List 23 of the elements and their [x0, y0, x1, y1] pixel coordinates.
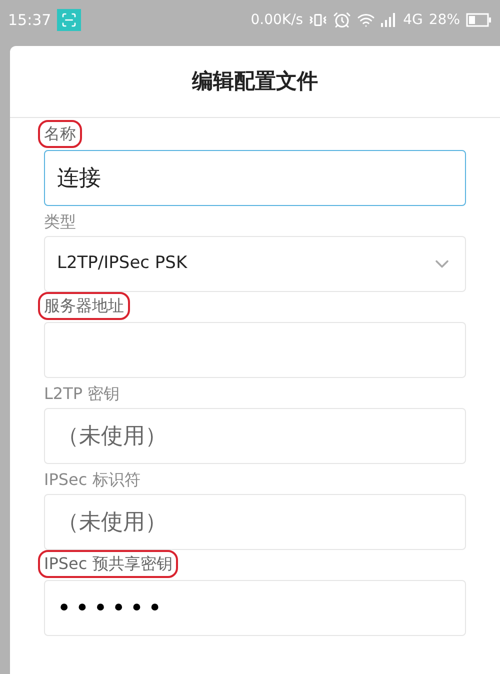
field-label: 类型	[44, 211, 76, 233]
field-label: IPSec 标识符	[44, 469, 140, 491]
field-label: IPSec 预共享密钥	[38, 550, 178, 578]
network-type: 4G	[403, 10, 423, 30]
input-field[interactable]: 连接	[44, 150, 466, 206]
wifi-icon	[357, 11, 376, 29]
type-dropdown[interactable]: L2TP/IPSec PSK	[44, 236, 466, 292]
network-speed: 0.00K/s	[250, 10, 304, 30]
input-field[interactable]: （未使用）	[44, 408, 466, 464]
dialog-title: 编辑配置文件	[192, 68, 318, 95]
battery-icon	[466, 13, 492, 27]
alarm-icon	[333, 11, 352, 29]
battery-percent: 28%	[428, 10, 460, 30]
input-field[interactable]: （未使用）	[44, 494, 466, 550]
signal-icon	[381, 13, 398, 27]
field-label: L2TP 密钥	[44, 383, 120, 405]
clock-time: 15:37	[8, 10, 52, 31]
vibrate-icon	[309, 11, 328, 29]
field-label: 名称	[38, 120, 82, 148]
field-label: 服务器地址	[38, 292, 130, 320]
screenshot-icon	[57, 9, 82, 31]
input-field[interactable]: ••••••	[44, 580, 466, 636]
input-field[interactable]	[44, 322, 466, 378]
